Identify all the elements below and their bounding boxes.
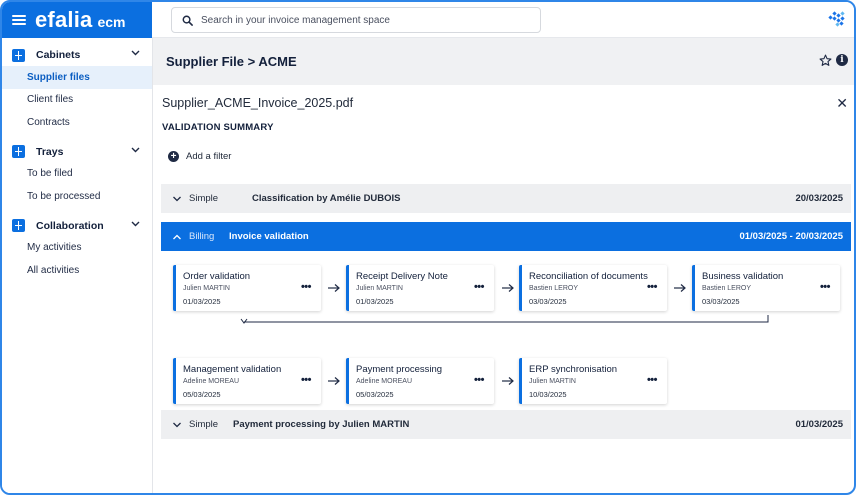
row-connector-arrow: [240, 315, 769, 324]
workflow-date: 01/03/2025 - 20/03/2025: [739, 231, 843, 242]
sidebar-item-all-activities[interactable]: All activities: [2, 259, 152, 282]
sidebar-section-trays[interactable]: Trays: [2, 141, 152, 163]
app-window: efalia ecm Search in your invoice manage…: [0, 0, 856, 495]
add-filter-label: Add a filter: [186, 151, 232, 162]
more-options-icon[interactable]: •••: [474, 374, 485, 386]
star-icon[interactable]: [819, 54, 832, 67]
chevron-down-icon[interactable]: [131, 147, 140, 153]
workflow-step-order-validation[interactable]: Order validation Julien MARTIN 01/03/202…: [173, 265, 321, 311]
step-title: Reconciliation of documents: [529, 271, 648, 282]
more-options-icon[interactable]: •••: [301, 374, 312, 386]
app-logo[interactable]: efalia ecm: [35, 7, 126, 33]
workflow-name: Invoice validation: [229, 231, 309, 242]
more-options-icon[interactable]: •••: [647, 281, 658, 293]
chevron-down-icon: [173, 196, 181, 201]
app-header-brand: efalia ecm: [2, 2, 152, 38]
sidebar-item-my-activities[interactable]: My activities: [2, 237, 152, 260]
step-title: Management validation: [183, 364, 282, 375]
step-title: Receipt Delivery Note: [356, 271, 448, 282]
workflow-steps-panel: Order validation Julien MARTIN 01/03/202…: [161, 251, 851, 409]
step-title: Order validation: [183, 271, 251, 282]
plus-circle-icon: +: [168, 151, 179, 162]
step-user: Bastien LEROY: [529, 285, 579, 292]
workflow-date: 20/03/2025: [795, 193, 843, 204]
step-user: Julien MARTIN: [183, 285, 230, 292]
step-date: 05/03/2025: [356, 390, 394, 399]
workflow-row-invoice-validation[interactable]: Billing Invoice validation 01/03/2025 - …: [161, 222, 851, 251]
chevron-down-icon[interactable]: [131, 221, 140, 227]
workflow-name: Payment processing by Julien MARTIN: [233, 419, 410, 430]
search-icon: [182, 15, 193, 26]
sidebar-section-collaboration[interactable]: Collaboration: [2, 215, 152, 237]
arrow-right-icon: [502, 377, 514, 385]
validation-summary-heading: VALIDATION SUMMARY: [162, 122, 274, 133]
page-title: Supplier File > ACME: [166, 54, 297, 69]
sidebar-item-client-files[interactable]: Client files: [2, 89, 152, 112]
workflow-step-business-validation[interactable]: Business validation Bastien LEROY 03/03/…: [692, 265, 840, 311]
step-user: Julien MARTIN: [529, 378, 576, 385]
more-options-icon[interactable]: •••: [474, 281, 485, 293]
sidebar-section-title: Collaboration: [36, 219, 104, 232]
workflow-row-payment-processing[interactable]: Simple Payment processing by Julien MART…: [161, 410, 851, 439]
step-date: 01/03/2025: [183, 297, 221, 306]
step-user: Adeline MOREAU: [356, 378, 413, 385]
sidebar: Cabinets Supplier files Client files Con…: [2, 38, 153, 493]
sidebar-item-to-be-filed[interactable]: To be filed: [2, 163, 152, 186]
arrow-right-icon: [674, 284, 686, 292]
close-icon[interactable]: ✕: [836, 96, 848, 110]
workflow-type: Simple: [189, 419, 219, 430]
page-header: Supplier File > ACME i: [153, 38, 854, 85]
arrow-right-icon: [328, 377, 340, 385]
workflow-step-reconciliation[interactable]: Reconciliation of documents Bastien LERO…: [519, 265, 667, 311]
logo-text: efalia: [35, 7, 93, 32]
add-filter-button[interactable]: + Add a filter: [168, 151, 231, 162]
search-box[interactable]: [171, 7, 541, 33]
arrow-right-icon: [502, 284, 514, 292]
tray-icon: [12, 145, 25, 158]
info-icon[interactable]: i: [836, 54, 848, 66]
step-date: 01/03/2025: [356, 297, 394, 306]
workflow-type: Simple: [189, 193, 219, 204]
main-content: Supplier File > ACME i Supplier_ACME_Inv…: [153, 38, 854, 493]
step-date: 05/03/2025: [183, 390, 221, 399]
sidebar-section-title: Trays: [36, 145, 64, 158]
sidebar-section-cabinets[interactable]: Cabinets: [2, 44, 152, 66]
step-date: 03/03/2025: [529, 297, 567, 306]
sidebar-item-to-be-processed[interactable]: To be processed: [2, 185, 152, 208]
workflow-row-classification[interactable]: Simple Classification by Amélie DUBOIS 2…: [161, 184, 851, 213]
step-title: ERP synchronisation: [529, 364, 618, 375]
top-bar: [152, 2, 854, 38]
more-options-icon[interactable]: •••: [301, 281, 312, 293]
workflow-date: 01/03/2025: [795, 419, 843, 430]
arrow-right-icon: [328, 284, 340, 292]
document-filename: Supplier_ACME_Invoice_2025.pdf: [162, 96, 354, 110]
sidebar-item-contracts[interactable]: Contracts: [2, 111, 152, 134]
step-title: Payment processing: [356, 364, 443, 375]
step-date: 10/03/2025: [529, 390, 567, 399]
cabinet-icon: [12, 48, 25, 62]
sidebar-section-title: Cabinets: [36, 49, 81, 61]
sidebar-item-supplier-files[interactable]: Supplier files: [2, 66, 152, 89]
collaboration-icon: [12, 219, 25, 232]
step-user: Bastien LEROY: [702, 285, 752, 292]
workflow-step-management-validation[interactable]: Management validation Adeline MOREAU 05/…: [173, 358, 321, 404]
chevron-down-icon: [173, 422, 181, 427]
search-input[interactable]: [201, 14, 521, 26]
efalia-brand-icon[interactable]: [828, 11, 846, 28]
more-options-icon[interactable]: •••: [820, 281, 831, 293]
workflow-step-erp-synchronisation[interactable]: ERP synchronisation Julien MARTIN 10/03/…: [519, 358, 667, 404]
chevron-down-icon[interactable]: [131, 50, 140, 56]
step-user: Julien MARTIN: [356, 285, 403, 292]
step-title: Business validation: [702, 271, 784, 282]
step-user: Adeline MOREAU: [183, 378, 240, 385]
logo-subtext: ecm: [97, 14, 126, 30]
workflow-step-receipt-delivery-note[interactable]: Receipt Delivery Note Julien MARTIN 01/0…: [346, 265, 494, 311]
step-date: 03/03/2025: [702, 297, 740, 306]
workflow-type: Billing: [189, 231, 215, 242]
hamburger-menu-icon[interactable]: [12, 15, 26, 25]
more-options-icon[interactable]: •••: [647, 374, 658, 386]
workflow-step-payment-processing[interactable]: Payment processing Adeline MOREAU 05/03/…: [346, 358, 494, 404]
workflow-name: Classification by Amélie DUBOIS: [252, 193, 401, 204]
chevron-up-icon: [173, 234, 181, 239]
